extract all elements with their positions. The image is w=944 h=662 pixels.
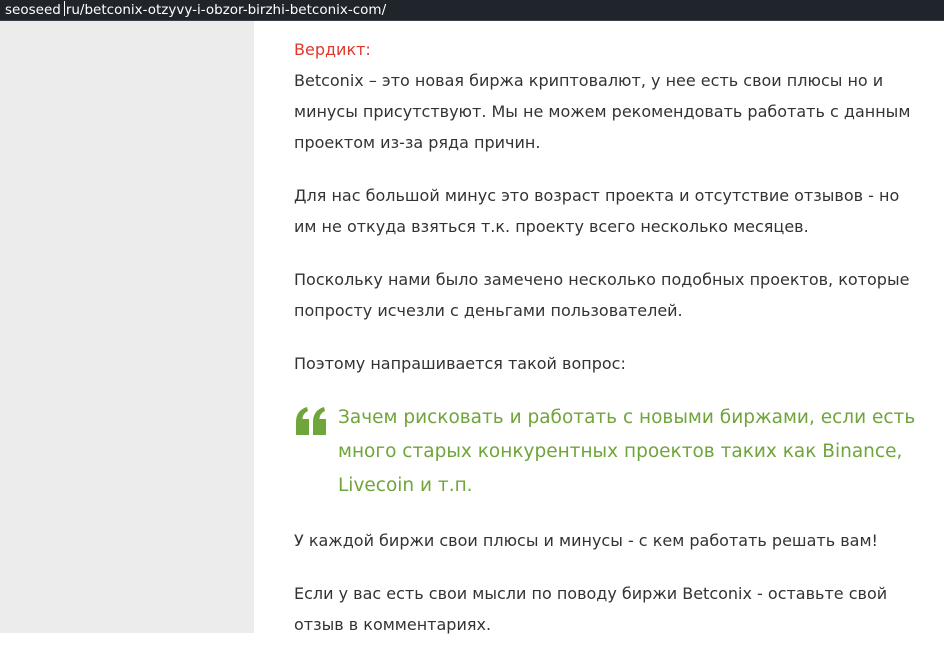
url-path: ru/betconix-otzyvy-i-obzor-birzhi-betcon…: [65, 2, 387, 18]
address-bar-url[interactable]: seoseed ru/betconix-otzyvy-i-obzor-birzhi…: [5, 1, 386, 19]
url-host: seoseed: [5, 2, 61, 18]
blockquote: Зачем рисковать и работать с новыми бирж…: [294, 401, 924, 503]
verdict-paragraph: Вердикт: Betconix – это новая биржа крип…: [294, 34, 924, 158]
left-sidebar: [0, 21, 254, 633]
paragraph-choice: У каждой биржи свои плюсы и минусы - с к…: [294, 531, 878, 550]
paragraph-similar-projects: Поскольку нами было замечено несколько п…: [294, 270, 910, 320]
quote-open-icon: [296, 407, 326, 435]
verdict-title: Вердикт:: [294, 40, 371, 59]
paragraph-question-intro: Поэтому напрашивается такой вопрос:: [294, 354, 626, 373]
quote-text: Зачем рисковать и работать с новыми бирж…: [338, 407, 916, 496]
text-caret: [63, 1, 65, 16]
article-content: Вердикт: Betconix – это новая биржа крип…: [294, 34, 924, 662]
verdict-text: Betconix – это новая биржа криптовалют, …: [294, 71, 911, 152]
paragraph-age: Для нас большой минус это возраст проект…: [294, 186, 900, 236]
address-bar[interactable]: seoseed ru/betconix-otzyvy-i-obzor-birzhi…: [0, 0, 944, 21]
paragraph-comments: Если у вас есть свои мысли по поводу бир…: [294, 584, 888, 634]
